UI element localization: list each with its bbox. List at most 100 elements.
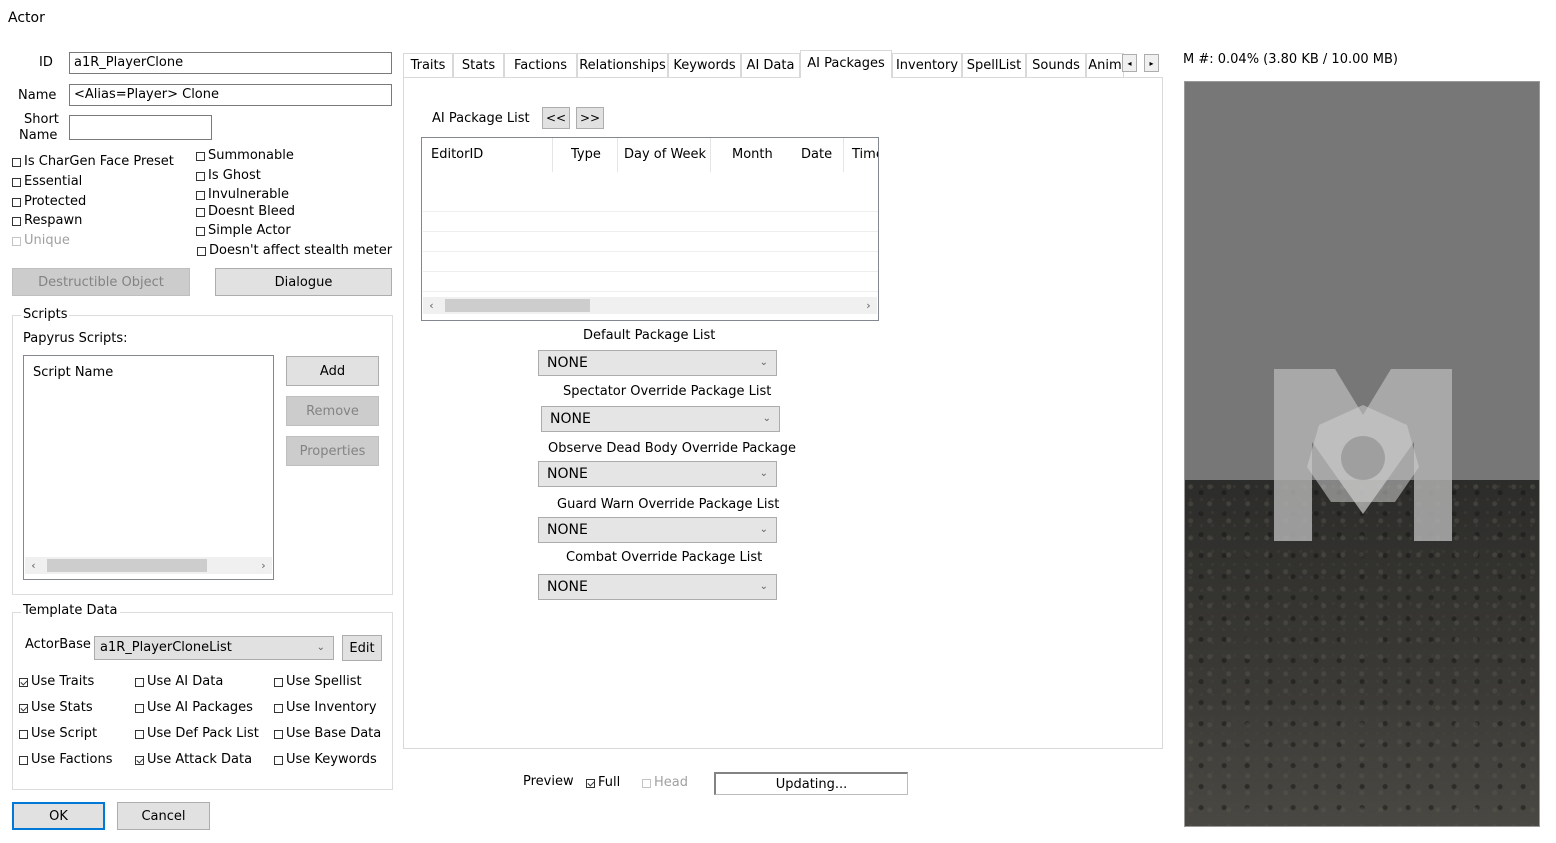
cancel-button[interactable]: Cancel	[117, 802, 210, 830]
dropdown-value: NONE	[547, 522, 588, 538]
checkbox-label: Use Stats	[31, 700, 93, 715]
use-keywords-checkbox[interactable]: Use Keywords	[274, 752, 377, 768]
tab-strip: Traits Stats Factions Relationships Keyw…	[403, 50, 1163, 78]
tab-anim[interactable]: Anim	[1086, 53, 1124, 77]
tab-inventory[interactable]: Inventory	[892, 53, 962, 77]
actorbase-dropdown[interactable]: a1R_PlayerCloneList ⌄	[94, 636, 334, 660]
tab-factions[interactable]: Factions	[504, 53, 577, 77]
tab-traits[interactable]: Traits	[403, 53, 453, 77]
dialogue-button[interactable]: Dialogue	[215, 268, 392, 296]
tab-stats[interactable]: Stats	[453, 53, 504, 77]
scripts-list[interactable]: Script Name ‹ ›	[23, 355, 274, 580]
column-header-date[interactable]: Date	[792, 138, 844, 172]
ai-packages-page: AI Package List << >> EditorID Type Day …	[403, 77, 1163, 749]
package-list-horizontal-scrollbar[interactable]: ‹ ›	[423, 297, 877, 314]
preview-head-checkbox: Head	[642, 775, 688, 791]
name-input[interactable]: <Alias=Player> Clone	[69, 84, 392, 106]
scripts-horizontal-scrollbar[interactable]: ‹ ›	[25, 557, 272, 574]
summonable-checkbox[interactable]: Summonable	[196, 148, 294, 164]
preview-status-bar: Updating...	[714, 772, 908, 795]
preview-full-checkbox[interactable]: Full	[586, 775, 620, 791]
spectator-override-dropdown[interactable]: NONE ⌄	[541, 406, 780, 432]
tab-keywords[interactable]: Keywords	[668, 53, 741, 77]
spectator-override-label: Spectator Override Package List	[563, 384, 772, 399]
script-name-column-header[interactable]: Script Name	[33, 365, 113, 381]
checkbox-label: Use Attack Data	[147, 752, 253, 767]
tab-scroll-left-icon[interactable]: ◂	[1122, 54, 1137, 72]
template-data-title: Template Data	[21, 603, 120, 618]
column-header-day-of-week[interactable]: Day of Week	[618, 138, 711, 172]
checkbox-box	[196, 171, 205, 181]
checkbox-label: Use Factions	[31, 752, 113, 767]
chevron-down-icon: ⌄	[316, 642, 325, 653]
window-title: Actor	[8, 10, 45, 26]
is-ghost-checkbox[interactable]: Is Ghost	[196, 168, 261, 184]
use-script-checkbox[interactable]: Use Script	[19, 726, 97, 742]
column-header-editorid[interactable]: EditorID	[422, 138, 553, 172]
tab-sounds[interactable]: Sounds	[1026, 53, 1086, 77]
dropdown-value: NONE	[547, 579, 588, 595]
list-row	[423, 272, 878, 292]
scroll-right-icon[interactable]: ›	[860, 297, 877, 314]
use-ai-packages-checkbox[interactable]: Use AI Packages	[135, 700, 253, 716]
ok-button[interactable]: OK	[12, 802, 105, 830]
remove-script-button: Remove	[286, 396, 379, 426]
tab-ai-packages[interactable]: AI Packages	[800, 50, 892, 78]
use-ai-data-checkbox[interactable]: Use AI Data	[135, 674, 223, 690]
is-chargen-face-preset-checkbox[interactable]: Is CharGen Face Preset	[12, 154, 174, 170]
use-spellist-checkbox[interactable]: Use Spellist	[274, 674, 362, 690]
column-header-time[interactable]: Time	[844, 138, 878, 172]
checkbox-label: Use Inventory	[286, 700, 377, 715]
scroll-left-icon[interactable]: ‹	[423, 297, 440, 314]
checkbox-box	[19, 677, 28, 687]
memory-usage-text: M #: 0.04% (3.80 KB / 10.00 MB)	[1183, 52, 1398, 67]
scroll-right-icon[interactable]: ›	[255, 557, 272, 574]
guard-warn-override-dropdown[interactable]: NONE ⌄	[538, 517, 777, 543]
prev-package-button[interactable]: <<	[542, 107, 570, 129]
doesnt-affect-stealth-checkbox[interactable]: Doesn't affect stealth meter	[197, 243, 392, 259]
default-package-list-dropdown[interactable]: NONE ⌄	[538, 350, 777, 376]
scroll-left-icon[interactable]: ‹	[25, 557, 42, 574]
checkbox-box	[197, 246, 206, 256]
checkbox-box	[12, 177, 21, 187]
use-base-data-checkbox[interactable]: Use Base Data	[274, 726, 381, 742]
scrollbar-thumb[interactable]	[47, 559, 207, 572]
tab-spelllist[interactable]: SpellList	[962, 53, 1026, 77]
short-name-input[interactable]	[69, 115, 212, 140]
checkbox-label: Doesnt Bleed	[208, 204, 295, 219]
use-inventory-checkbox[interactable]: Use Inventory	[274, 700, 377, 716]
tab-scroll-right-icon[interactable]: ▸	[1144, 54, 1159, 72]
checkbox-label: Use Base Data	[286, 726, 382, 741]
doesnt-bleed-checkbox[interactable]: Doesnt Bleed	[196, 204, 295, 220]
combat-override-dropdown[interactable]: NONE ⌄	[538, 574, 777, 600]
checkbox-box	[135, 729, 144, 739]
chevron-down-icon: ⌄	[762, 413, 771, 424]
edit-actorbase-button[interactable]: Edit	[342, 635, 382, 661]
add-script-button[interactable]: Add	[286, 356, 379, 386]
ai-package-list[interactable]: EditorID Type Day of Week Month Date Tim…	[421, 137, 879, 321]
id-label: ID	[39, 55, 53, 70]
actor-preview-viewport[interactable]	[1184, 81, 1540, 827]
use-attack-data-checkbox[interactable]: Use Attack Data	[135, 752, 252, 768]
short-name-label-2: Name	[19, 128, 58, 143]
invulnerable-checkbox[interactable]: Invulnerable	[196, 187, 289, 203]
tab-relationships[interactable]: Relationships	[577, 53, 668, 77]
chevron-down-icon: ⌄	[759, 524, 768, 535]
respawn-checkbox[interactable]: Respawn	[12, 213, 82, 229]
use-stats-checkbox[interactable]: Use Stats	[19, 700, 93, 716]
use-traits-checkbox[interactable]: Use Traits	[19, 674, 94, 690]
use-factions-checkbox[interactable]: Use Factions	[19, 752, 113, 768]
use-def-pack-list-checkbox[interactable]: Use Def Pack List	[135, 726, 259, 742]
scrollbar-thumb[interactable]	[445, 299, 590, 312]
essential-checkbox[interactable]: Essential	[12, 174, 82, 190]
ai-package-list-label: AI Package List	[432, 111, 530, 126]
short-name-label: Short	[24, 112, 59, 127]
observe-dead-body-dropdown[interactable]: NONE ⌄	[538, 461, 777, 487]
checkbox-label: Doesn't affect stealth meter	[209, 243, 393, 258]
simple-actor-checkbox[interactable]: Simple Actor	[196, 223, 291, 239]
protected-checkbox[interactable]: Protected	[12, 194, 86, 210]
tab-ai-data[interactable]: AI Data	[741, 53, 800, 77]
column-header-type[interactable]: Type	[553, 138, 618, 172]
id-input[interactable]: a1R_PlayerClone	[69, 52, 392, 74]
next-package-button[interactable]: >>	[576, 107, 604, 129]
